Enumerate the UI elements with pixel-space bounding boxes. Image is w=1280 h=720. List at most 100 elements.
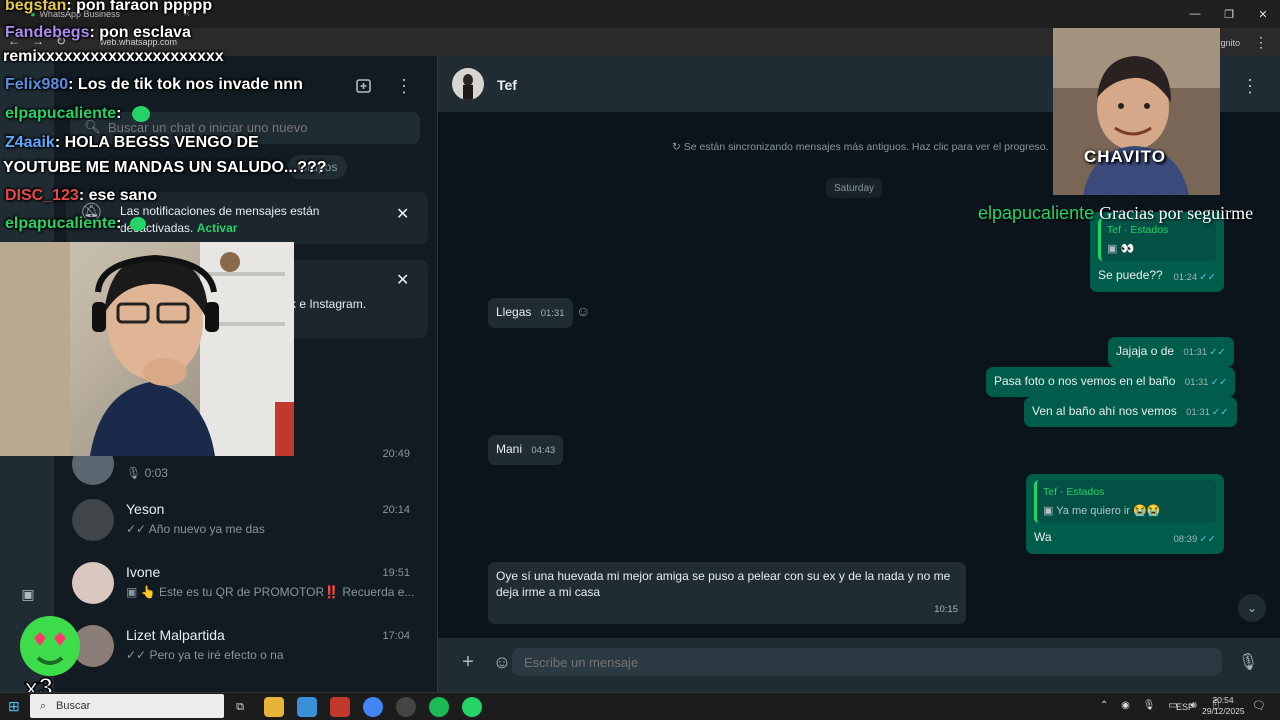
chat-preview-text: Pero ya te iré efecto o na xyxy=(149,648,284,662)
minimize-icon[interactable]: — xyxy=(1178,0,1212,28)
message-text: Ven al baño ahí nos vemos xyxy=(1032,404,1177,418)
notepad-icon[interactable] xyxy=(297,697,317,717)
file-explorer-icon[interactable] xyxy=(264,697,284,717)
message-time: 01:24 ✓✓ xyxy=(1173,270,1216,286)
read-receipt-icon: ✓✓ xyxy=(1199,534,1216,545)
overlay-username: DISC_123 xyxy=(5,187,79,204)
obs-icon[interactable] xyxy=(396,697,416,717)
search-icon: ⌕ xyxy=(40,700,47,712)
message-time: 04:43 xyxy=(531,445,556,456)
emoji-icon[interactable]: ☺ xyxy=(492,650,512,674)
message-time-text: 01:31 xyxy=(1183,347,1208,358)
overlay-username: Felix980 xyxy=(5,76,69,93)
chat-list-item[interactable]: Ivone 19:51 ▣ 👆 Este es tu QR de PROMOTO… xyxy=(54,553,438,617)
media-gallery-icon[interactable]: ▣ xyxy=(18,584,38,604)
new-chat-icon[interactable] xyxy=(352,74,376,98)
contact-avatar[interactable] xyxy=(452,68,484,100)
chat-preview-text: 👆 Este es tu QR de PROMOTOR‼️ Recuerda e… xyxy=(140,585,415,599)
message-time: 10:15 xyxy=(934,604,958,615)
message-incoming[interactable]: Oye sí una huevada mi mejor amiga se pus… xyxy=(488,562,966,624)
spotify-icon[interactable] xyxy=(429,697,449,717)
message-text: Llegas xyxy=(496,305,532,319)
scroll-down-button[interactable]: ⌄ xyxy=(1238,594,1266,622)
close-window-icon[interactable]: ✕ xyxy=(1246,0,1280,28)
chrome-icon[interactable] xyxy=(363,697,383,717)
overlay-username: begsfan xyxy=(5,0,67,14)
language-indicator[interactable]: ESP xyxy=(1176,702,1194,712)
browser-menu-icon[interactable]: ⋮ xyxy=(1254,34,1268,51)
react-emoji-icon[interactable]: ☺ xyxy=(576,303,590,319)
overlay-message: : Los de tik tok nos invade nnn xyxy=(68,76,303,93)
message-time: 01:31 xyxy=(540,308,565,319)
overlay-message: : pon esclava xyxy=(89,24,191,41)
notification-center-icon[interactable]: 🗨︎ xyxy=(1252,699,1266,712)
sync-note[interactable]: ↻ Se están sincronizando mensajes más an… xyxy=(672,141,1049,153)
message-outgoing[interactable]: Ven al baño ahí nos vemos 01:31 ✓✓ xyxy=(1024,397,1237,427)
message-text: Pasa foto o nos vemos en el baño xyxy=(994,374,1176,388)
overlay-chat-line: Felix980: Los de tik tok nos invade nnn xyxy=(5,76,303,94)
avatar xyxy=(72,562,114,604)
chat-preview: ✓✓ Año nuevo ya me das xyxy=(126,522,416,536)
message-outgoing[interactable]: Tef · Estados ▣ 👀 Se puede?? 01:24 ✓✓ xyxy=(1090,212,1224,292)
message-incoming[interactable]: Mani 04:43 xyxy=(488,435,564,465)
sync-note-text: Se están sincronizando mensajes más anti… xyxy=(683,141,1049,153)
message-time-text: 01:24 xyxy=(1173,272,1198,283)
overlay-message: : pon faraon ppppp xyxy=(66,0,213,14)
taskbar-search[interactable]: Buscar xyxy=(30,694,224,718)
overlay-chat-line: DISC_123: ese sano xyxy=(5,187,157,205)
emote-icon xyxy=(129,216,146,231)
chat-preview-text: Año nuevo ya me das xyxy=(148,522,265,536)
activate-notifications-link[interactable]: Activar xyxy=(197,221,238,235)
overlay-message: YOUTUBE ME MANDAS UN SALUDO...??? xyxy=(3,159,327,176)
windows-start-icon[interactable]: ⊞ xyxy=(8,698,20,715)
overlay-message: : xyxy=(116,105,122,122)
message-outgoing[interactable]: Tef · Estados ▣ Ya me quiero ir 😭😭 Wa 08… xyxy=(1026,474,1224,554)
message-incoming[interactable]: Llegas 01:31 xyxy=(488,298,573,328)
image-icon: ▣ xyxy=(1043,505,1057,517)
restore-icon[interactable]: ❐ xyxy=(1212,0,1246,28)
chat-menu-icon[interactable]: ⋮ xyxy=(1241,74,1259,98)
chat-name: Ivone xyxy=(126,564,161,580)
contact-name[interactable]: Tef xyxy=(497,77,517,93)
chat-name: Lizet Malpartida xyxy=(126,627,225,643)
overlay-chat-line: remixxxxxxxxxxxxxxxxxxxxx xyxy=(3,48,224,66)
window-controls: — ❐ ✕ xyxy=(1178,0,1280,28)
attach-plus-icon[interactable]: + xyxy=(458,650,478,674)
quoted-status[interactable]: Tef · Estados ▣ 👀 xyxy=(1098,218,1216,261)
overlay-message: : xyxy=(116,215,122,232)
whatsapp-icon[interactable] xyxy=(462,697,482,717)
quote-body-text: 👀 xyxy=(1120,243,1135,255)
search-input[interactable] xyxy=(108,120,408,135)
sidebar-menu-icon[interactable]: ⋮ xyxy=(394,74,414,98)
close-icon[interactable]: ✕ xyxy=(396,270,409,290)
task-view-icon[interactable]: ⧉ xyxy=(230,697,250,717)
message-outgoing[interactable]: Jajaja o de 01:31 ✓✓ xyxy=(1108,337,1234,367)
quote-title: Tef · Estados xyxy=(1107,224,1169,236)
quoted-status[interactable]: Tef · Estados ▣ Ya me quiero ir 😭😭 xyxy=(1034,480,1216,523)
follow-alert-user: elpapucaliente xyxy=(978,203,1095,223)
overlay-username: elpapucaliente xyxy=(5,215,117,232)
message-text: Oye sí una huevada mi mejor amiga se pus… xyxy=(496,569,951,599)
mic-icon[interactable]: 🎙︎ xyxy=(1238,650,1258,674)
emote-icon xyxy=(131,105,150,122)
streamer-webcam-image xyxy=(0,242,294,456)
follow-alert: elpapucaliente Gracias por seguirme xyxy=(978,203,1253,224)
chat-list-item[interactable]: Yeson 20:14 ✓✓ Año nuevo ya me das xyxy=(54,490,438,554)
message-text: Jajaja o de xyxy=(1116,344,1175,358)
message-input[interactable] xyxy=(512,648,1222,676)
overlay-chat-line: elpapucaliente: xyxy=(5,105,150,123)
overlay-chat-line: begsfan: pon faraon ppppp xyxy=(5,0,212,15)
message-time-text: 01:31 xyxy=(1186,407,1210,418)
overlay-message: remixxxxxxxxxxxxxxxxxxxxx xyxy=(3,48,224,65)
chat-list-item[interactable]: Lizet Malpartida 17:04 ✓✓ Pero ya te iré… xyxy=(54,616,438,680)
message-time-text: 01:31 xyxy=(1184,377,1209,388)
message-outgoing[interactable]: Pasa foto o nos vemos en el baño 01:31 ✓✓ xyxy=(986,367,1236,397)
date-divider: Saturday xyxy=(826,178,883,198)
message-time: 01:31 ✓✓ xyxy=(1183,347,1226,358)
taskbar-clock[interactable]: 20:54 29/12/2025 xyxy=(1202,695,1245,717)
app-icon[interactable] xyxy=(330,697,350,717)
heart-eyes-emote-icon: x3 xyxy=(20,616,80,703)
close-icon[interactable]: ✕ xyxy=(396,204,409,224)
emote-sticker: x3 xyxy=(14,610,84,703)
read-receipt-icon: ✓✓ xyxy=(1210,377,1228,388)
